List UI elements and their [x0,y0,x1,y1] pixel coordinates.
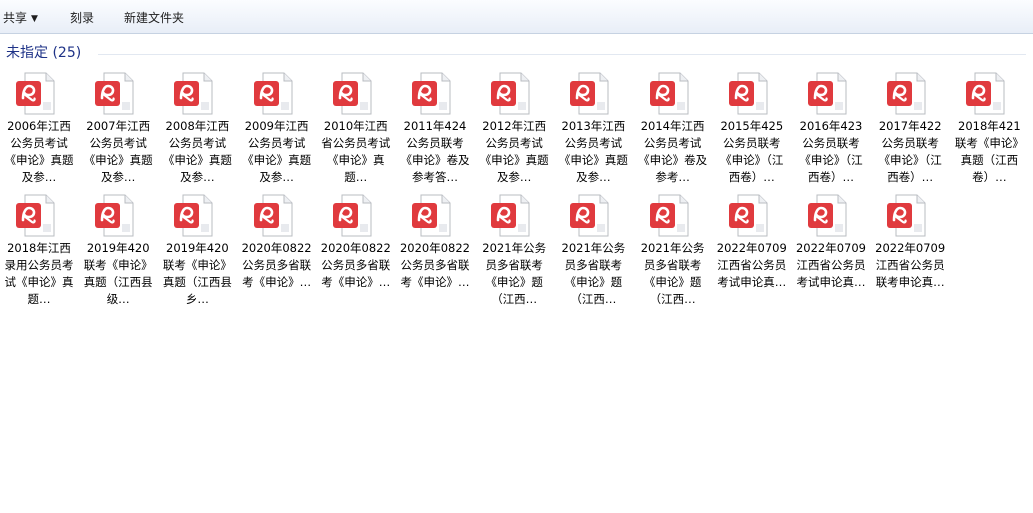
file-item[interactable]: 2021年公务员多省联考《申论》题（江西… [475,190,554,308]
file-item[interactable]: 2011年424公务员联考《申论》卷及参考答… [396,68,475,186]
file-item[interactable]: 2013年江西公务员考试《申论》真题及参… [554,68,633,186]
file-name: 2020年0822公务员多省联考《申论》… [320,241,391,289]
file-name: 2017年422公务员联考《申论》（江西卷）… [878,119,942,184]
file-name: 2007年江西公务员考试《申论》真题及参… [83,119,153,184]
pdf-file-icon [173,194,213,238]
pdf-file-icon [253,72,293,116]
file-item[interactable]: 2019年420联考《申论》真题（江西县级… [79,190,158,308]
pdf-file-icon [490,194,530,238]
pdf-file-icon [965,72,1005,116]
pdf-file-icon [411,194,451,238]
pdf-file-icon [569,72,609,116]
pdf-file-icon [15,72,55,116]
file-item[interactable]: 2008年江西公务员考试《申论》真题及参… [158,68,237,186]
file-name: 2018年江西录用公务员考试《申论》真题… [4,241,74,306]
chevron-down-icon: ▼ [31,14,38,24]
group-divider [98,54,1026,55]
pdf-file-icon [173,72,213,116]
file-name: 2019年420联考《申论》真题（江西县乡… [162,241,232,306]
file-name: 2012年江西公务员考试《申论》真题及参… [479,119,549,184]
file-item[interactable]: 2020年0822公务员多省联考《申论》… [238,190,317,308]
file-item[interactable]: 2007年江西公务员考试《申论》真题及参… [79,68,158,186]
file-name: 2021年公务员多省联考《申论》题（江西… [640,241,705,306]
file-item[interactable]: 2009年江西公务员考试《申论》真题及参… [238,68,317,186]
file-item[interactable]: 2022年0709江西省公务员联考申论真… [871,190,950,308]
file-name: 2018年421联考《申论》真题（江西卷）… [954,119,1024,184]
file-name: 2020年0822公务员多省联考《申论》… [399,241,471,289]
file-item[interactable]: 2021年公务员多省联考《申论》题（江西… [634,190,713,308]
file-item[interactable]: 2015年425公务员联考《申论》（江西卷）… [713,68,792,186]
file-item[interactable]: 2018年421联考《申论》真题（江西卷）… [950,68,1029,186]
file-item[interactable]: 2014年江西公务员考试《申论》卷及参考… [634,68,713,186]
pdf-file-icon [332,72,372,116]
file-item[interactable]: 2021年公务员多省联考《申论》题（江西… [554,190,633,308]
file-name: 2008年江西公务员考试《申论》真题及参… [162,119,232,184]
file-item[interactable]: 2010年江西省公务员考试《申论》真题… [317,68,396,186]
pdf-file-icon [886,194,926,238]
file-grid: 2006年江西公务员考试《申论》真题及参… 2007年江西公务员考试《申论》真题及… [0,68,1033,508]
file-name: 2009年江西公务员考试《申论》真题及参… [242,119,312,184]
pdf-file-icon [94,194,134,238]
file-item[interactable]: 2022年0709江西省公务员考试申论真… [713,190,792,308]
pdf-file-icon [253,194,293,238]
file-item[interactable]: 2018年江西录用公务员考试《申论》真题… [0,190,79,308]
pdf-file-icon [569,194,609,238]
pdf-file-icon [807,72,847,116]
command-bar: 共享 ▼ 刻录 新建文件夹 [0,0,1033,34]
file-name: 2022年0709江西省公务员联考申论真… [875,241,946,289]
file-name: 2014年江西公务员考试《申论》卷及参考… [638,119,708,184]
file-name: 2021年公务员多省联考《申论》题（江西… [482,241,547,306]
pdf-file-icon [649,194,689,238]
pdf-file-icon [411,72,451,116]
share-button[interactable]: 共享 ▼ [3,9,38,27]
file-name: 2013年江西公务员考试《申论》真题及参… [558,119,628,184]
file-item[interactable]: 2020年0822公务员多省联考《申论》… [317,190,396,308]
burn-button[interactable]: 刻录 [70,9,94,27]
pdf-file-icon [807,194,847,238]
group-title: 未指定 (25) [6,45,82,61]
file-item[interactable]: 2017年422公务员联考《申论》（江西卷）… [871,68,950,186]
pdf-file-icon [728,194,768,238]
file-name: 2022年0709江西省公务员考试申论真… [716,241,787,289]
share-label: 共享 [3,11,28,25]
file-item[interactable]: 2020年0822公务员多省联考《申论》… [396,190,475,308]
file-item[interactable]: 2019年420联考《申论》真题（江西县乡… [158,190,237,308]
pdf-file-icon [886,72,926,116]
pdf-file-icon [332,194,372,238]
group-header[interactable]: 未指定 (25) [6,44,1026,62]
file-name: 2019年420联考《申论》真题（江西县级… [83,241,153,306]
pdf-file-icon [15,194,55,238]
file-name: 2006年江西公务员考试《申论》真题及参… [4,119,74,184]
new-folder-button[interactable]: 新建文件夹 [124,9,184,27]
file-item[interactable]: 2006年江西公务员考试《申论》真题及参… [0,68,79,186]
file-name: 2020年0822公务员多省联考《申论》… [241,241,312,289]
pdf-file-icon [94,72,134,116]
file-name: 2021年公务员多省联考《申论》题（江西… [561,241,626,306]
pdf-file-icon [490,72,530,116]
pdf-file-icon [728,72,768,116]
file-name: 2011年424公务员联考《申论》卷及参考答… [400,119,470,184]
file-item[interactable]: 2022年0709江西省公务员考试申论真… [792,190,871,308]
pdf-file-icon [649,72,689,116]
file-name: 2010年江西省公务员考试《申论》真题… [321,119,391,184]
file-name: 2015年425公务员联考《申论》（江西卷）… [720,119,784,184]
file-name: 2022年0709江西省公务员考试申论真… [795,241,867,289]
file-item[interactable]: 2016年423公务员联考《申论》（江西卷）… [792,68,871,186]
file-item[interactable]: 2012年江西公务员考试《申论》真题及参… [475,68,554,186]
file-name: 2016年423公务员联考《申论》（江西卷）… [799,119,863,184]
